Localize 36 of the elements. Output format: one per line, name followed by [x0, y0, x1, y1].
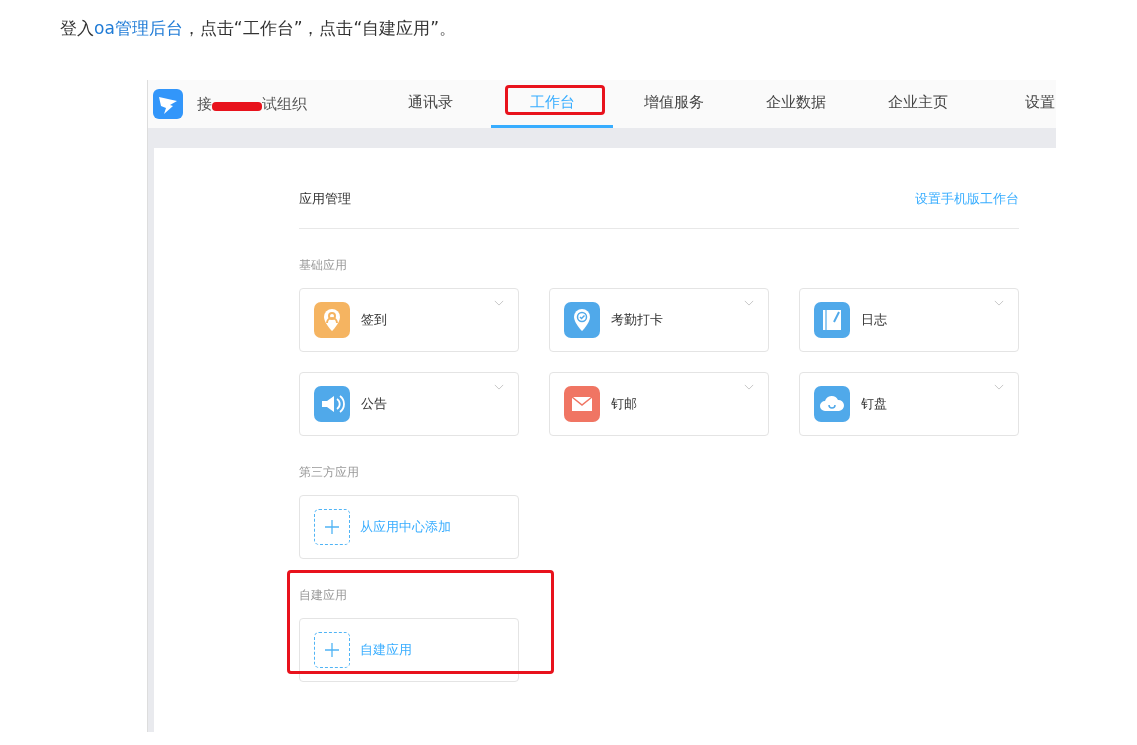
nav-tab[interactable]: 通讯录	[369, 80, 491, 128]
panel-title: 应用管理	[299, 190, 351, 208]
chevron-down-icon[interactable]	[994, 384, 1004, 390]
logo-icon	[153, 89, 183, 119]
chevron-down-icon[interactable]	[994, 300, 1004, 306]
nav-tab[interactable]: 设置	[979, 80, 1056, 128]
plus-icon	[314, 632, 350, 668]
app-label: 钉盘	[861, 395, 887, 413]
chevron-down-icon[interactable]	[494, 300, 504, 306]
chevron-down-icon[interactable]	[744, 300, 754, 306]
admin-link[interactable]: oa管理后台	[94, 18, 183, 38]
app-label: 签到	[361, 311, 387, 329]
plus-icon	[314, 509, 350, 545]
app-label: 钉邮	[611, 395, 637, 413]
section-title: 第三方应用	[299, 464, 360, 481]
app-label: 考勤打卡	[611, 311, 663, 329]
app-label: 从应用中心添加	[360, 518, 451, 536]
nav-tab[interactable]: 企业主页	[857, 80, 979, 128]
chevron-down-icon[interactable]	[744, 384, 754, 390]
nav-tab[interactable]: 企业数据	[735, 80, 857, 128]
nav-tab[interactable]: 增值服务	[613, 80, 735, 128]
section-title: 基础应用	[299, 257, 348, 274]
app-card[interactable]: 公告	[299, 372, 519, 436]
org-name: 试组织	[262, 94, 307, 114]
app-card[interactable]: 钉邮	[549, 372, 769, 436]
chevron-down-icon[interactable]	[494, 384, 504, 390]
app-card[interactable]: 钉盘	[799, 372, 1019, 436]
app-label: 公告	[361, 395, 387, 413]
app-card[interactable]: 日志	[799, 288, 1019, 352]
app-card[interactable]: 考勤打卡	[549, 288, 769, 352]
instruction-text: 登入oa管理后台，点击“工作台”，点击“自建应用”。	[60, 17, 457, 40]
section-title: 自建应用	[299, 587, 348, 604]
app-card[interactable]: 签到	[299, 288, 519, 352]
app-label: 自建应用	[360, 641, 412, 659]
app-label: 日志	[861, 311, 887, 329]
org-name: 接	[197, 94, 212, 114]
